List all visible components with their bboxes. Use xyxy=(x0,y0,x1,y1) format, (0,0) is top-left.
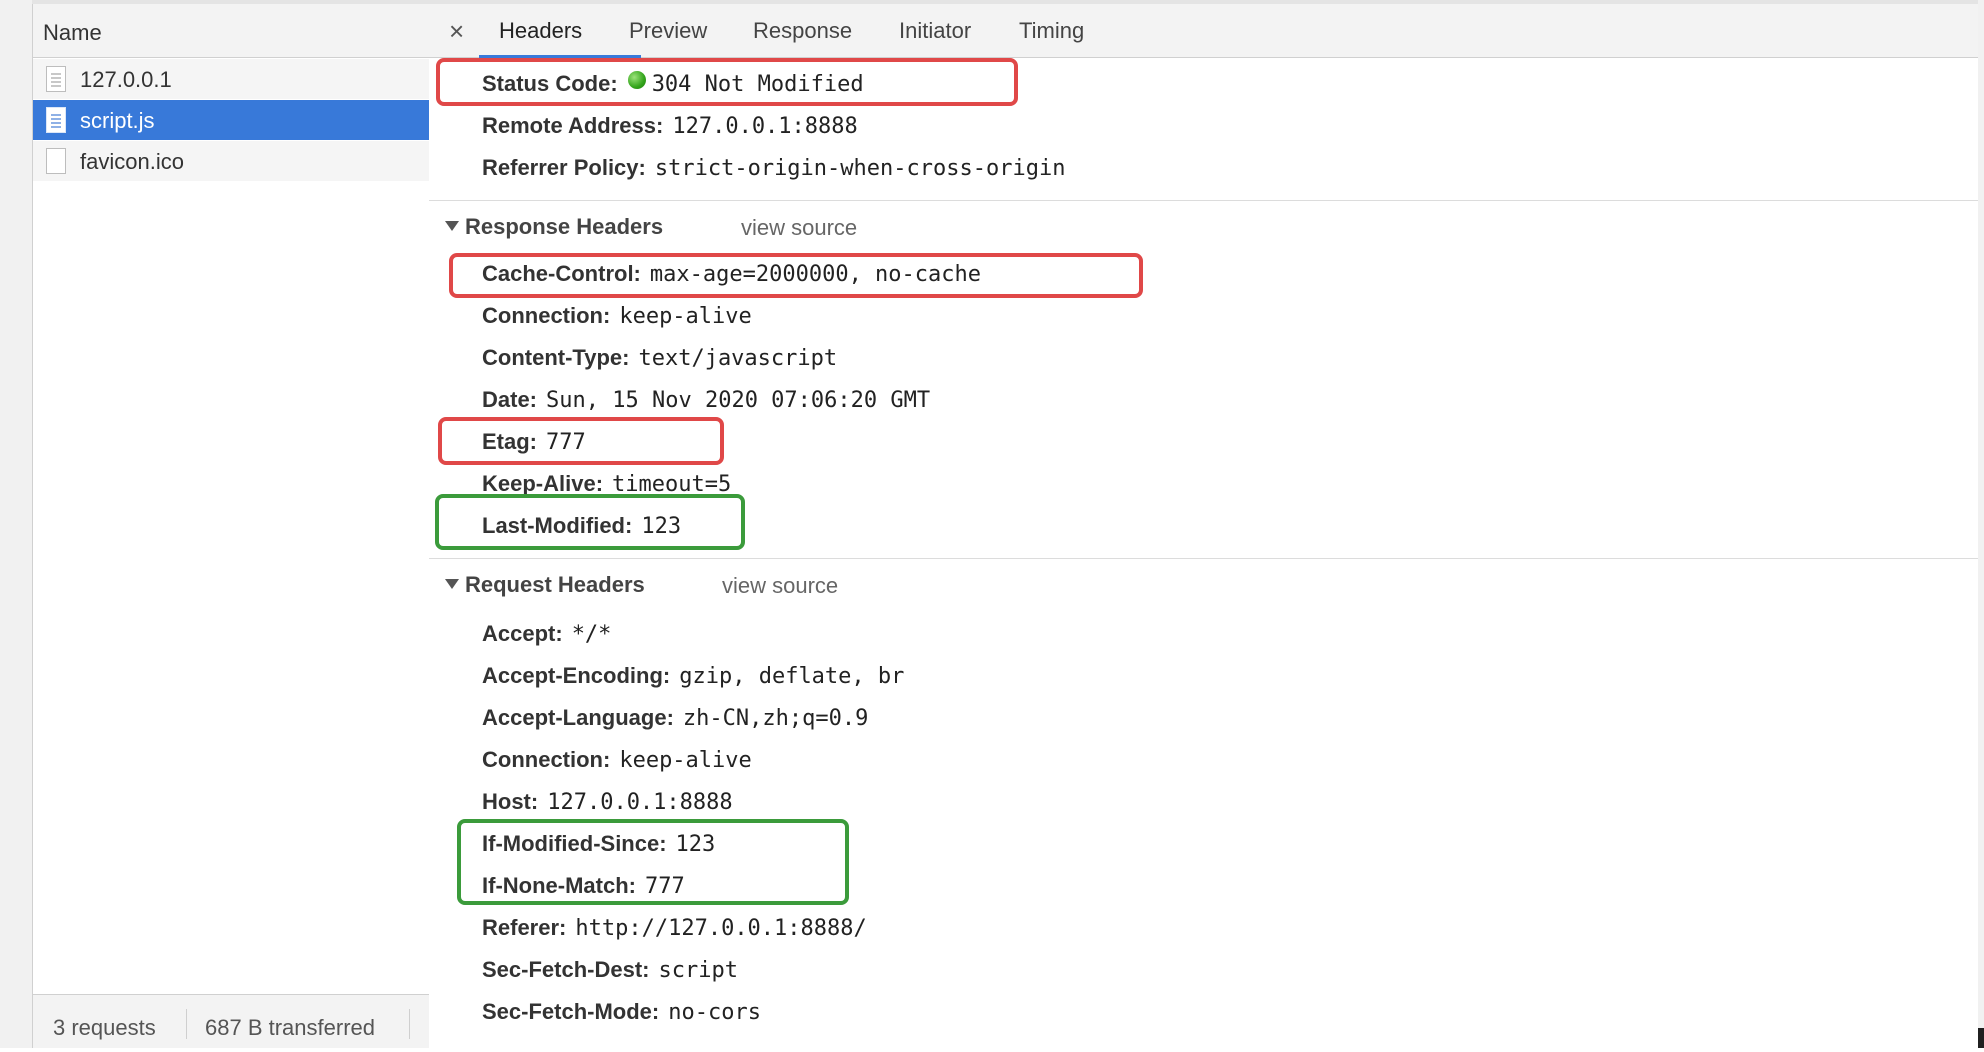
green-highlight-box xyxy=(435,494,745,550)
document-icon xyxy=(46,66,66,92)
header-name: Accept-Encoding: xyxy=(482,663,671,688)
header-value: no-cors xyxy=(668,1000,761,1025)
red-highlight-box xyxy=(438,417,724,465)
header-value: 127.0.0.1:8888 xyxy=(547,790,733,815)
request-header-row: Connection: keep-alive xyxy=(482,747,752,777)
header-name: Content-Type: xyxy=(482,345,630,370)
header-value: gzip, deflate, br xyxy=(679,664,905,689)
header-name: Accept: xyxy=(482,621,563,646)
response-headers-toggle[interactable]: Response Headers xyxy=(445,214,663,240)
header-value: strict-origin-when-cross-origin xyxy=(654,156,1066,181)
section-divider xyxy=(429,558,1978,559)
header-name: Remote Address: xyxy=(482,113,664,138)
section-divider xyxy=(429,200,1978,201)
name-column-label: Name xyxy=(43,20,102,45)
header-name: Referer: xyxy=(482,915,567,940)
request-header-row: Accept-Encoding: gzip, deflate, br xyxy=(482,663,904,693)
request-name: script.js xyxy=(80,108,155,133)
left-gutter xyxy=(0,0,32,1048)
section-title: Response Headers xyxy=(465,214,664,239)
request-list-panel: Name 127.0.0.1 script.js favicon.ico 3 r… xyxy=(32,4,430,1048)
request-header-row: Host: 127.0.0.1:8888 xyxy=(482,789,733,819)
header-name: Connection: xyxy=(482,747,611,772)
header-value: keep-alive xyxy=(619,748,752,773)
header-name: Sec-Fetch-Mode: xyxy=(482,999,660,1024)
header-name: Date: xyxy=(482,387,538,412)
triangle-down-icon xyxy=(445,579,459,589)
header-value: keep-alive xyxy=(619,304,752,329)
detail-tabbar: × Headers Preview Response Initiator Tim… xyxy=(429,4,1978,58)
request-row-favicon[interactable]: favicon.ico xyxy=(33,141,429,181)
header-name: Host: xyxy=(482,789,539,814)
request-header-row: Sec-Fetch-Mode: no-cors xyxy=(482,999,761,1029)
status-bar: 3 requests 687 B transferred xyxy=(33,994,429,1048)
section-title: Request Headers xyxy=(465,572,645,597)
tab-initiator[interactable]: Initiator xyxy=(899,18,971,44)
request-row-127-0-0-1[interactable]: 127.0.0.1 xyxy=(33,59,429,99)
request-header-row: Accept-Language: zh-CN,zh;q=0.9 xyxy=(482,705,868,735)
triangle-down-icon xyxy=(445,221,459,231)
green-highlight-box xyxy=(457,819,849,905)
tab-timing[interactable]: Timing xyxy=(1019,18,1084,44)
header-name: Sec-Fetch-Dest: xyxy=(482,957,650,982)
referrer-policy-row: Referrer Policy: strict-origin-when-cross… xyxy=(482,155,1065,185)
divider xyxy=(186,1009,187,1039)
header-value: http://127.0.0.1:8888/ xyxy=(575,916,867,941)
request-name: favicon.ico xyxy=(80,149,184,174)
request-header-row-partial xyxy=(482,1041,488,1052)
response-header-row: Date: Sun, 15 Nov 2020 07:06:20 GMT xyxy=(482,387,930,417)
tab-response[interactable]: Response xyxy=(753,18,852,44)
header-value: Sun, 15 Nov 2020 07:06:20 GMT xyxy=(546,388,931,413)
header-value: */* xyxy=(571,622,612,647)
request-header-row: Accept: */* xyxy=(482,621,611,651)
header-value: zh-CN,zh;q=0.9 xyxy=(682,706,869,731)
request-details-panel: × Headers Preview Response Initiator Tim… xyxy=(429,4,1978,1048)
request-count: 3 requests xyxy=(53,1015,156,1040)
request-row-script-js[interactable]: script.js xyxy=(33,100,429,140)
request-name: 127.0.0.1 xyxy=(80,67,172,92)
close-icon[interactable]: × xyxy=(449,16,464,47)
tab-preview[interactable]: Preview xyxy=(629,18,707,44)
response-view-source-link[interactable]: view source xyxy=(741,215,857,241)
header-value: 127.0.0.1:8888 xyxy=(672,114,858,139)
header-name: Keep-Alive: xyxy=(482,471,604,496)
remote-address-row: Remote Address: 127.0.0.1:8888 xyxy=(482,113,858,143)
file-icon xyxy=(46,148,66,174)
request-view-source-link[interactable]: view source xyxy=(722,573,838,599)
header-value: text/javascript xyxy=(638,346,838,371)
name-column-header[interactable]: Name xyxy=(33,4,429,58)
tab-headers[interactable]: Headers xyxy=(499,18,582,44)
transferred-size: 687 B transferred xyxy=(205,1015,375,1040)
header-name: Referrer Policy: xyxy=(482,155,646,180)
red-highlight-box xyxy=(449,253,1143,298)
header-name-partial xyxy=(482,1041,488,1052)
request-header-row: Referer: http://127.0.0.1:8888/ xyxy=(482,915,867,945)
header-name: Accept-Language: xyxy=(482,705,674,730)
response-header-row: Connection: keep-alive xyxy=(482,303,752,333)
header-value: script xyxy=(658,958,738,983)
red-highlight-box xyxy=(436,58,1018,106)
request-header-row: Sec-Fetch-Dest: script xyxy=(482,957,738,987)
script-file-icon xyxy=(46,107,66,133)
divider xyxy=(409,1009,410,1039)
request-headers-toggle[interactable]: Request Headers xyxy=(445,572,645,598)
header-name: Connection: xyxy=(482,303,611,328)
right-gutter xyxy=(1978,0,1984,1048)
response-header-row: Content-Type: text/javascript xyxy=(482,345,837,375)
